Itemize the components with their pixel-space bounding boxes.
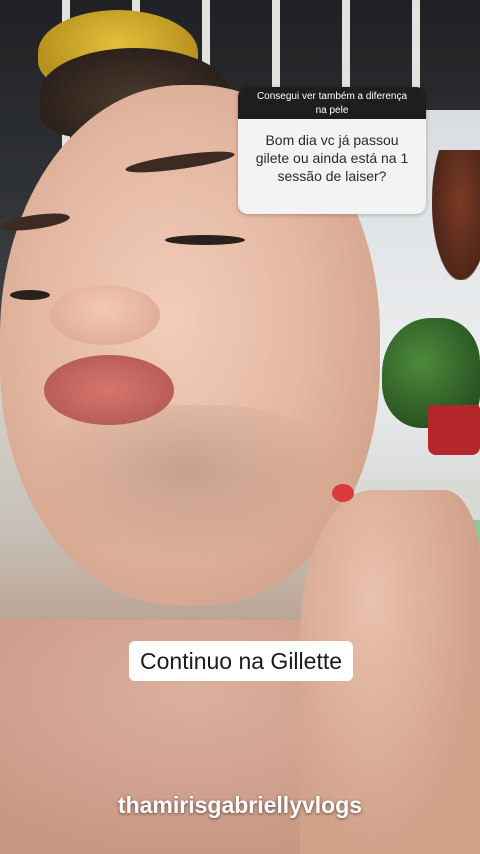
right-eyebrow bbox=[124, 147, 236, 177]
question-sticker-prompt: Consegui ver também a diferença na pele bbox=[238, 87, 426, 119]
stubble bbox=[30, 405, 340, 565]
question-sticker-question: Bom dia vc já passou gilete ou ainda est… bbox=[238, 119, 426, 214]
nose bbox=[50, 285, 160, 345]
right-eye bbox=[165, 235, 245, 245]
painted-nail bbox=[332, 484, 354, 502]
question-sticker[interactable]: Consegui ver também a diferença na pele … bbox=[238, 87, 426, 214]
red-pot bbox=[428, 405, 480, 455]
left-eye bbox=[10, 290, 50, 300]
caption-text: Continuo na Gillette bbox=[129, 641, 354, 681]
username-label[interactable]: thamirisgabriellyvlogs bbox=[0, 792, 480, 819]
hanging-plant bbox=[432, 150, 480, 280]
